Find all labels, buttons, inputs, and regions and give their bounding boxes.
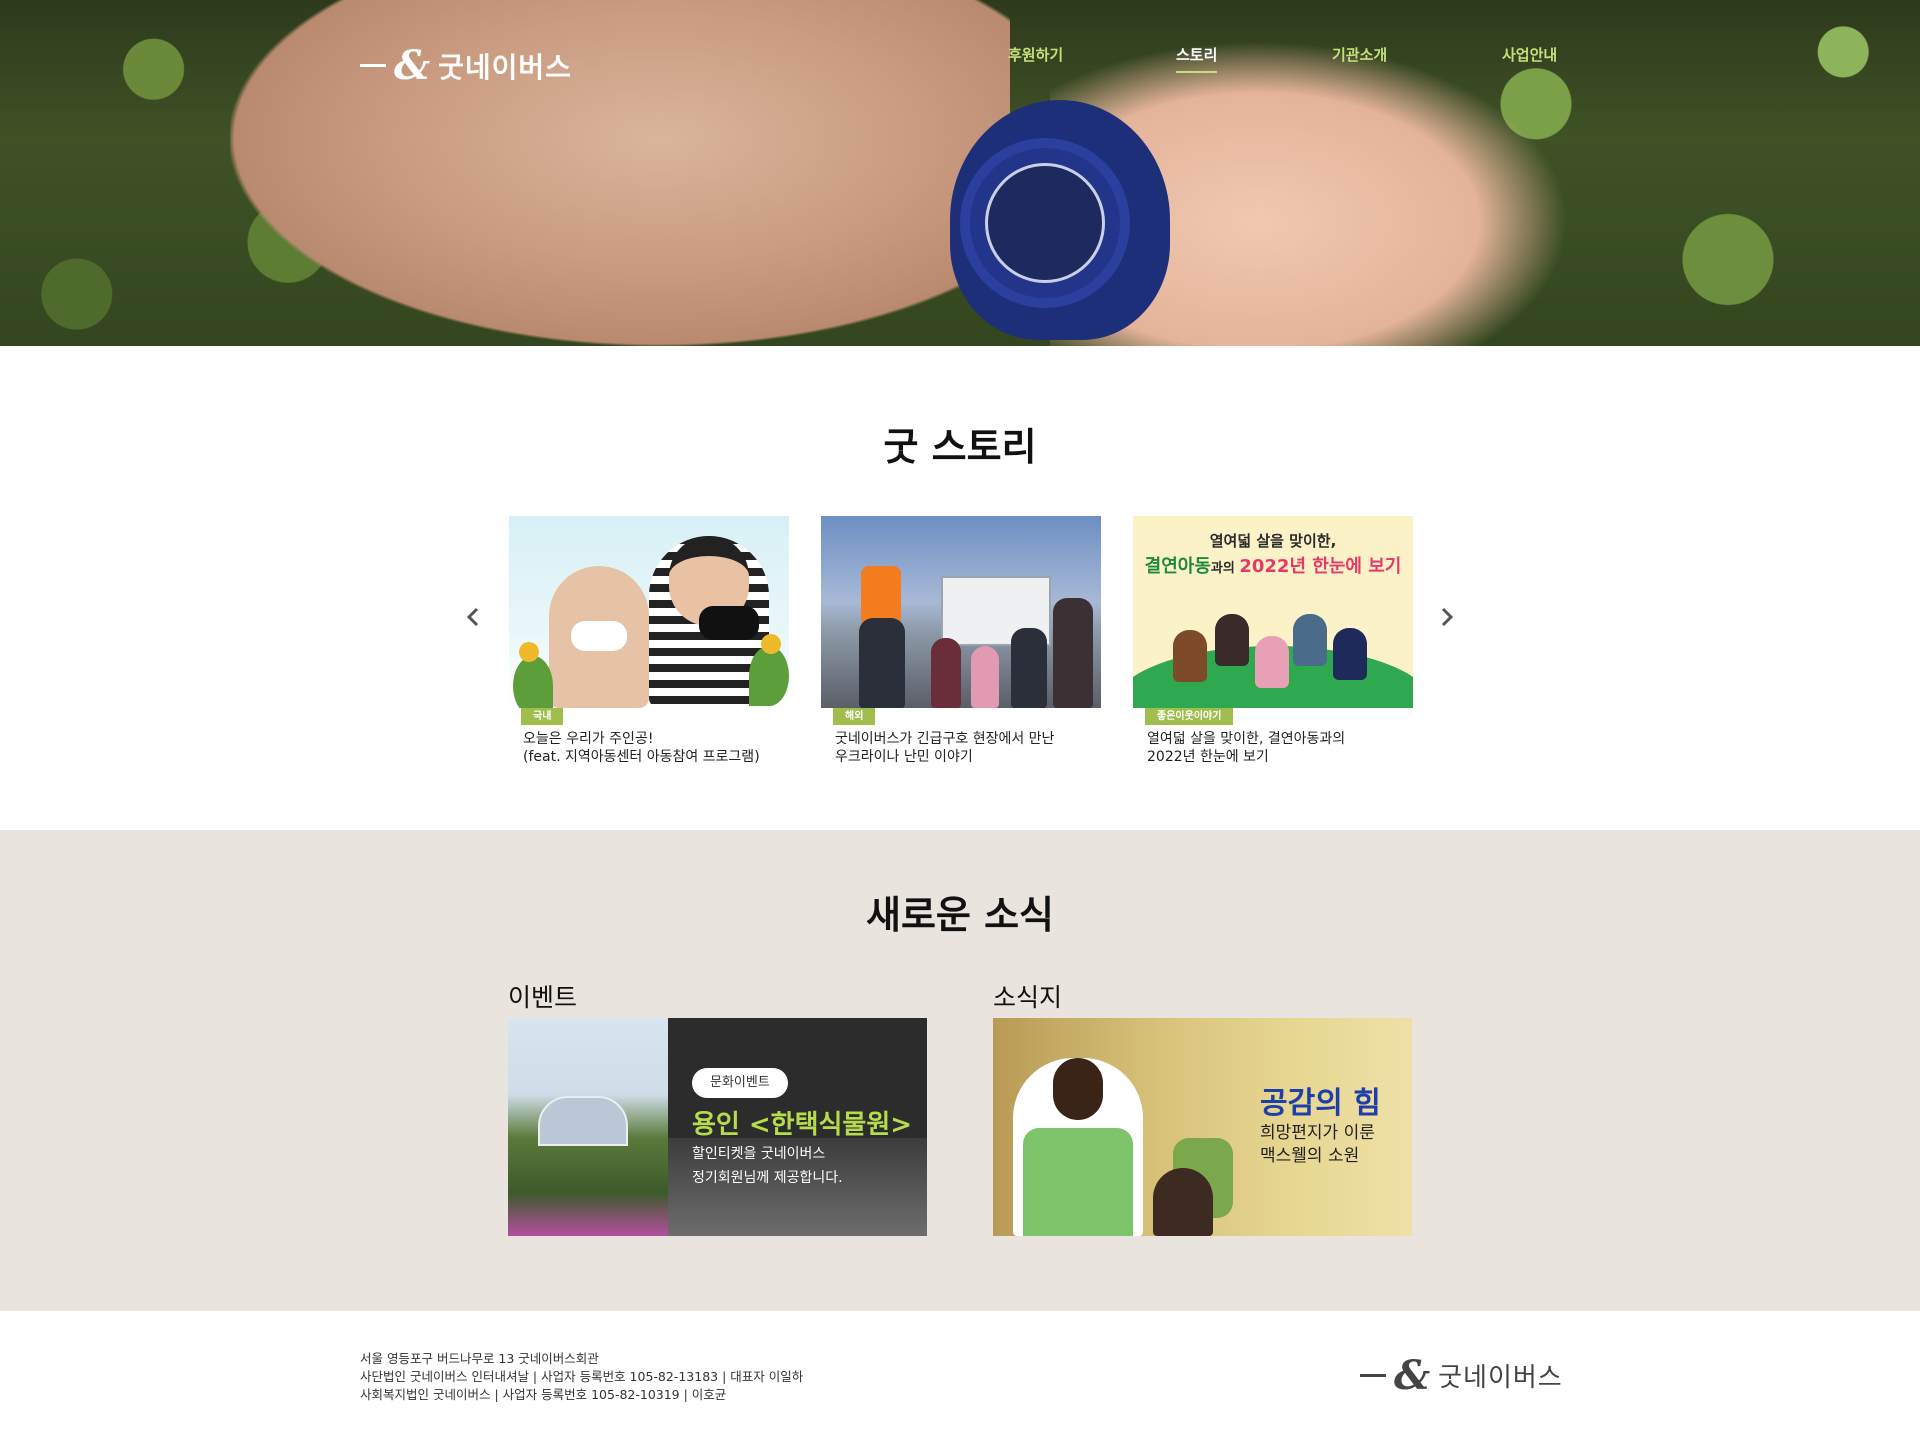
footer-welfare-info: 사회복지법인 굿네이버스 | 사업자 등록번호 105-82-10319 | 이… <box>360 1387 727 1402</box>
footer-company-info: 서울 영등포구 버드나무로 13 굿네이버스회관 사단법인 굿네이버스 인터내셔… <box>360 1350 803 1404</box>
event-category-chip: 문화이벤트 <box>692 1068 788 1098</box>
newsletter-banner[interactable]: 공감의 힘 희망편지가 이룬 맥스웰의 소원 <box>993 1018 1412 1236</box>
story-image-subheading: 결연아동과의 2022년 한눈에 보기 <box>1144 556 1402 577</box>
hero-watch-image <box>960 138 1130 308</box>
story-card-title: 오늘은 우리가 주인공! (feat. 지역아동센터 아동참여 프로그램) <box>523 731 760 765</box>
child-figure <box>549 566 649 708</box>
story-card-title: 굿네이버스가 긴급구호 현장에서 만난 우크라이나 난민 이야기 <box>835 731 1055 765</box>
nav-item-business[interactable]: 사업안내 <box>1502 44 1557 65</box>
botanical-garden-photo <box>508 1018 668 1236</box>
story-image-heading: 열여덟 살을 맞이한, <box>1209 532 1337 550</box>
story-category-badge: 해외 <box>833 708 876 725</box>
event-headline: 용인 <한택식물원> <box>692 1110 913 1140</box>
carousel-prev-button[interactable] <box>458 604 488 634</box>
story-category-badge: 국내 <box>521 708 564 725</box>
story-card[interactable]: 국내 오늘은 우리가 주인공! (feat. 지역아동센터 아동참여 프로그램) <box>509 516 789 765</box>
story-card[interactable]: 해외 굿네이버스가 긴급구호 현장에서 만난 우크라이나 난민 이야기 <box>821 516 1101 765</box>
news-title: 새로운 소식 <box>865 893 1055 937</box>
story-card-image <box>821 516 1101 708</box>
logo-mark-icon: & <box>1394 1352 1431 1399</box>
relief-worker-figure <box>861 566 901 626</box>
newsletter-description: 희망편지가 이룬 맥스웰의 소원 <box>1260 1123 1375 1166</box>
chevron-right-icon <box>1441 607 1454 627</box>
event-description: 할인티켓을 굿네이버스 정기회원님께 제공합니다. <box>692 1146 843 1186</box>
volunteer-figure <box>1013 1058 1143 1236</box>
chevron-left-icon <box>466 607 479 627</box>
story-card[interactable]: 열여덟 살을 맞이한, 결연아동과의 2022년 한눈에 보기 좋은이웃이야기 … <box>1133 516 1413 765</box>
nav-item-story[interactable]: 스토리 <box>1176 44 1218 73</box>
logo-name: 굿네이버스 <box>1438 1363 1563 1393</box>
story-card-image <box>509 516 789 708</box>
footer-corp-info: 사단법인 굿네이버스 인터내셔날 | 사업자 등록번호 105-82-13183… <box>360 1369 804 1384</box>
newsletter-label: 소식지 <box>993 983 1063 1012</box>
nav-item-about[interactable]: 기관소개 <box>1332 44 1387 65</box>
main-nav: 후원하기 스토리 기관소개 사업안내 <box>0 44 1920 74</box>
good-story-title: 굿 스토리 <box>883 425 1037 469</box>
story-card-image: 열여덟 살을 맞이한, 결연아동과의 2022년 한눈에 보기 <box>1133 516 1413 708</box>
footer-address: 서울 영등포구 버드나무로 13 굿네이버스회관 <box>360 1351 599 1366</box>
child-figure <box>1153 1168 1213 1236</box>
hero-banner: & 굿네이버스 후원하기 스토리 기관소개 사업안내 <box>0 0 1920 346</box>
nav-item-donate[interactable]: 후원하기 <box>1008 44 1063 65</box>
event-label: 이벤트 <box>508 983 578 1012</box>
story-category-badge: 좋은이웃이야기 <box>1145 708 1234 725</box>
story-card-title: 열여덟 살을 맞이한, 결연아동과의 2022년 한눈에 보기 <box>1147 731 1346 765</box>
watch-face <box>985 163 1105 283</box>
footer-logo[interactable]: & 굿네이버스 <box>1360 1352 1563 1399</box>
carousel-next-button[interactable] <box>1432 604 1462 634</box>
event-banner[interactable]: 문화이벤트 용인 <한택식물원> 할인티켓을 굿네이버스 정기회원님께 제공합니… <box>508 1018 927 1236</box>
newsletter-headline: 공감의 힘 <box>1260 1086 1381 1121</box>
logo-bar <box>1360 1374 1386 1377</box>
